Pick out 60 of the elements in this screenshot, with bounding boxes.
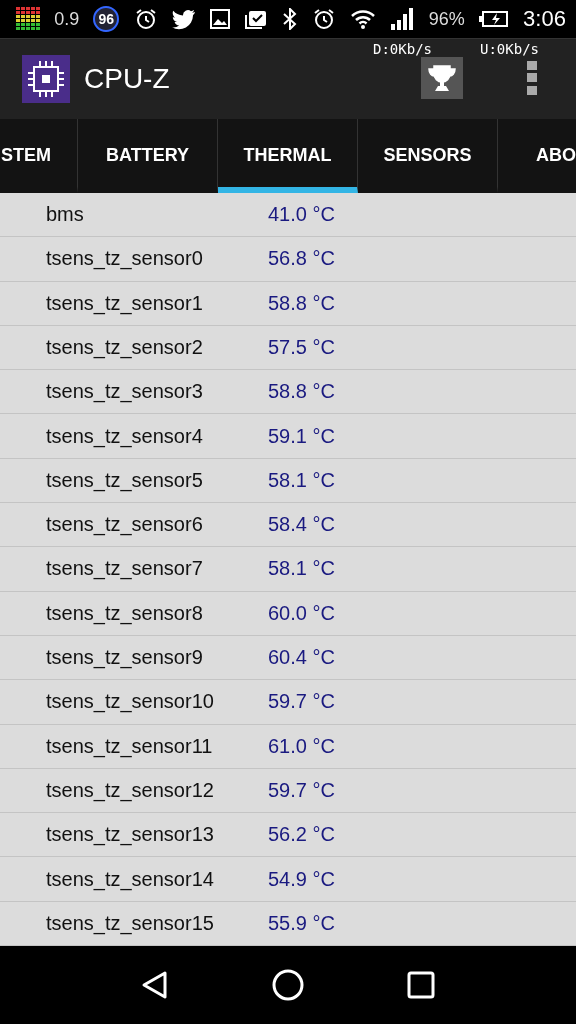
sensor-name: tsens_tz_sensor1 (45, 291, 204, 315)
temperature-value: 61.0 °C (268, 734, 335, 758)
tab[interactable]: THERMAL (218, 119, 358, 193)
wifi-icon (350, 8, 377, 30)
sensor-name: tsens_tz_sensor9 (45, 646, 204, 670)
sensor-name: tsens_tz_sensor12 (45, 778, 215, 802)
temperature-value: 55.9 °C (268, 911, 335, 935)
temperature-value: 59.7 °C (268, 690, 335, 714)
sensor-name: tsens_tz_sensor5 (45, 468, 204, 492)
sensor-name: bms (45, 203, 85, 227)
chip-icon (22, 55, 70, 103)
sensor-name: tsens_tz_sensor7 (45, 557, 204, 581)
tab[interactable]: STEM (0, 119, 78, 193)
tab[interactable]: SENSORS (358, 119, 498, 193)
sensor-name: tsens_tz_sensor14 (45, 867, 215, 891)
temperature-value: 60.4 °C (268, 646, 335, 670)
upload-rate-text: U:0Kb/s (480, 41, 539, 57)
notification-badge: 96 (93, 6, 120, 32)
bluetooth-icon (282, 8, 299, 30)
sensor-name: tsens_tz_sensor4 (45, 424, 204, 448)
battery-percent-text: 96% (428, 8, 465, 30)
temperature-value: 41.0 °C (268, 203, 335, 227)
sensor-name: tsens_tz_sensor2 (45, 336, 204, 359)
sensor-name: tsens_tz_sensor15 (45, 911, 215, 935)
sensor-name: tsens_tz_sensor8 (45, 601, 204, 625)
temperature-value: 58.4 °C (268, 513, 335, 537)
sensor-name: tsens_tz_sensor0 (45, 247, 204, 271)
temperature-value: 58.8 °C (268, 291, 335, 315)
back-icon[interactable] (141, 970, 170, 1000)
signal-icon (390, 8, 415, 30)
temperature-value: 56.2 °C (268, 823, 335, 847)
bird-icon (171, 8, 196, 30)
sensor-name: tsens_tz_sensor3 (45, 380, 204, 404)
app-title: CPU-Z (84, 63, 170, 95)
sensor-name: tsens_tz_sensor10 (45, 690, 215, 714)
trophy-button[interactable] (421, 57, 463, 99)
temperature-value: 59.1 °C (268, 424, 335, 448)
overflow-menu-icon[interactable] (527, 61, 537, 95)
tab[interactable]: BATTERY (78, 119, 218, 193)
cpu-load-text: 0.9 (54, 8, 80, 30)
image-icon (209, 9, 230, 29)
temperature-value: 58.8 °C (268, 380, 335, 404)
sensor-name: tsens_tz_sensor6 (45, 513, 204, 537)
clipboard-check-icon (243, 8, 268, 30)
recents-icon[interactable] (406, 971, 435, 999)
temperature-value: 57.5 °C (268, 336, 335, 359)
temperature-value: 59.7 °C (268, 778, 335, 802)
temperature-value: 58.1 °C (268, 468, 335, 492)
temperature-value: 56.8 °C (268, 247, 335, 271)
sensor-name: tsens_tz_sensor13 (45, 823, 215, 847)
home-icon[interactable] (272, 969, 304, 1001)
temperature-value: 60.0 °C (268, 601, 335, 625)
tab[interactable]: ABO (498, 119, 576, 193)
sensor-name: tsens_tz_sensor11 (45, 734, 214, 758)
temperature-value: 58.1 °C (268, 557, 335, 581)
temperature-value: 54.9 °C (268, 867, 335, 891)
battery-charging-icon (478, 10, 509, 28)
clock-text: 3:06 (523, 6, 566, 32)
equalizer-icon (16, 7, 40, 31)
download-rate-text: D:0Kb/s (373, 41, 432, 57)
